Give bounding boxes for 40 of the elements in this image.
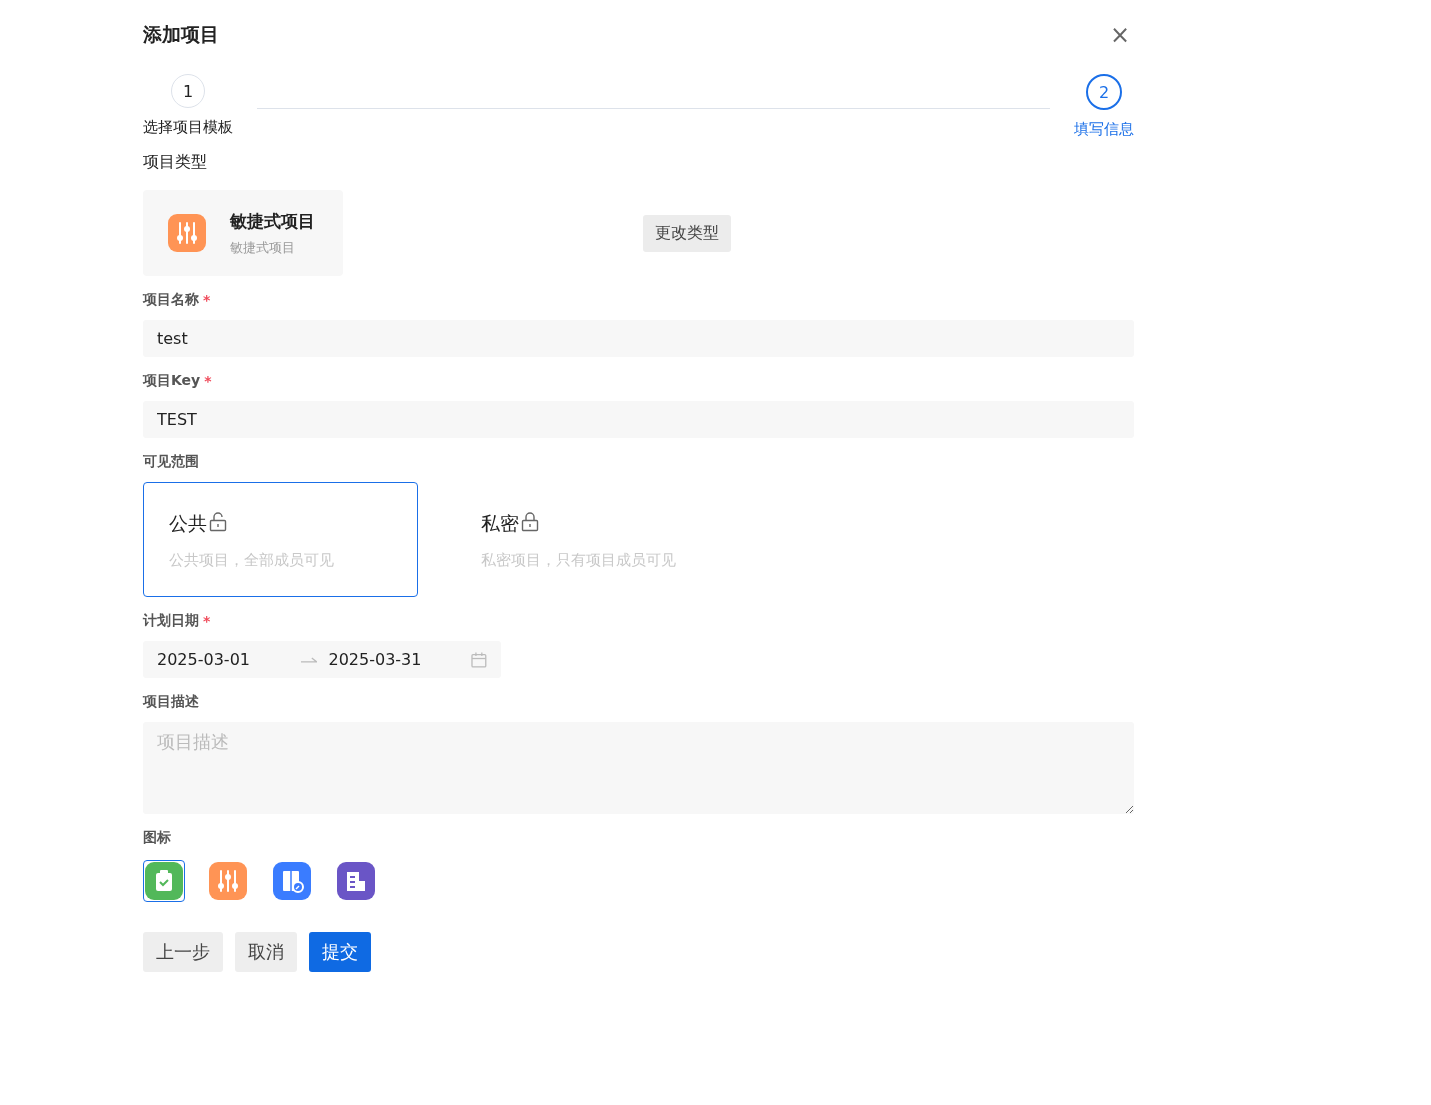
step-label: 选择项目模板 [143,118,233,137]
step-label: 填写信息 [1074,120,1134,139]
icon-option[interactable] [271,860,313,902]
option-title: 私密 [481,511,519,536]
icon-label: 图标 [143,829,171,847]
unlocked-padlock-icon [209,512,227,532]
secondary-button[interactable]: 取消 [235,932,297,972]
description-field[interactable]: 项目描述 [143,722,1134,814]
project-key-field[interactable]: TEST [143,401,1134,438]
date-range-field[interactable]: 2025-03-01 2025-03-31 [143,641,501,678]
end-date: 2025-03-31 [328,650,423,669]
calendar-icon [471,651,487,668]
description-label: 项目描述 [143,693,199,711]
building-icon [337,862,375,900]
start-date: 2025-03-01 [157,650,251,669]
dialog-title: 添加项目 [143,22,219,47]
option-title: 公共 [169,511,207,536]
project-name-field[interactable]: test [143,320,1134,357]
plan-date-label: 计划日期 [143,612,199,630]
type-subtitle: 敏捷式项目 [230,238,296,257]
secondary-button[interactable]: 上一步 [143,932,223,972]
close-button[interactable]: × [1105,23,1134,47]
section-label: 项目类型 [143,152,208,173]
device-icon [273,862,311,900]
project-key-label: 项目Key [143,372,201,390]
clipboard-icon [145,862,183,900]
project-name-label: 项目名称 [143,291,199,309]
required-asterisk: * [203,292,211,308]
padlock-icon [521,512,539,532]
icon-option[interactable] [335,860,377,902]
change-type-button[interactable]: 更改类型 [643,214,731,252]
icon-option[interactable] [143,860,185,902]
required-asterisk: * [204,373,212,389]
required-asterisk: * [203,613,211,629]
submit-button[interactable]: 提交 [309,932,371,972]
visibility-label: 可见范围 [143,453,199,471]
sliders-icon [209,862,247,900]
type-title: 敏捷式项目 [230,209,315,233]
step-number: 2 [1086,74,1122,110]
sliders-icon [168,214,206,252]
